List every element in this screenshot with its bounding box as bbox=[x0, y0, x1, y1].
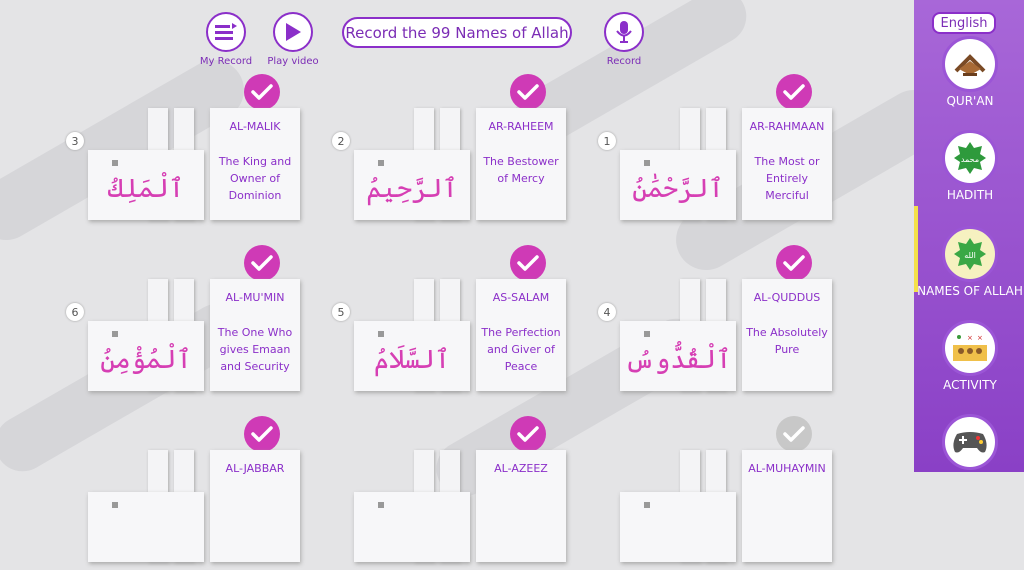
checkmark-icon bbox=[776, 74, 812, 110]
checkmark-icon bbox=[776, 245, 812, 281]
language-button[interactable]: English bbox=[932, 12, 996, 34]
sidebar-item-label: ACTIVITY bbox=[943, 378, 997, 392]
calligraphy-tile: ٱلْمُؤْمِنُ bbox=[88, 279, 204, 391]
sidebar-item-activity[interactable]: × × ACTIVITY bbox=[918, 320, 1022, 392]
arabic-name: ٱلرَّحْمَٰنُ bbox=[632, 174, 724, 204]
card-info: AL-MU'MIN The One Who gives Emaan and Sec… bbox=[210, 279, 300, 391]
gamepad-icon bbox=[942, 414, 998, 470]
play-icon bbox=[273, 12, 313, 52]
sidebar-item-label: HADITH bbox=[946, 188, 994, 202]
card-info: AR-RAHMAAN The Most or Entirely Merciful bbox=[742, 108, 832, 220]
sidebar-item-games[interactable] bbox=[918, 414, 1022, 472]
quran-icon bbox=[942, 36, 998, 92]
name-meaning: The King and Owner of Dominion bbox=[218, 155, 292, 202]
card-number: 5 bbox=[332, 303, 350, 321]
checkmark-icon bbox=[244, 416, 280, 452]
play-video-button[interactable]: Play video bbox=[258, 12, 328, 67]
checkmark-icon bbox=[510, 245, 546, 281]
my-record-button[interactable]: My Record bbox=[191, 12, 261, 67]
card-info: AL-QUDDUS The Absolutely Pure bbox=[742, 279, 832, 391]
name-card[interactable]: 2 ٱلرَّحِيمُ AR-RAHEEM The Bestower of Merc… bbox=[332, 74, 592, 228]
activity-icon: × × bbox=[942, 320, 998, 376]
calligraphy-tile: ٱلرَّحْمَٰنُ bbox=[620, 108, 736, 220]
arabic-name: ٱلرَّحِيمُ bbox=[366, 174, 458, 204]
name-card[interactable]: 1 ٱلرَّحْمَٰنُ AR-RAHMAAN The Most or Entir… bbox=[598, 74, 858, 228]
playlist-icon bbox=[206, 12, 246, 52]
svg-text:الله: الله bbox=[964, 251, 976, 260]
calligraphy-tile: ٱلرَّحِيمُ bbox=[354, 108, 470, 220]
calligraphy-tile: ٱلْمَلِكُ bbox=[88, 108, 204, 220]
arabic-name: ٱلْمُؤْمِنُ bbox=[100, 345, 192, 375]
transliterated-name: AL-MU'MIN bbox=[225, 291, 285, 304]
checkmark-icon bbox=[244, 74, 280, 110]
sidebar-item-label: QUR'AN bbox=[946, 94, 994, 108]
transliterated-name: AL-AZEEZ bbox=[494, 462, 548, 475]
card-info: AL-AZEEZ bbox=[476, 450, 566, 562]
arabic-name: ٱلسَّلَامُ bbox=[373, 345, 451, 375]
arabic-name: ٱلْمَلِكُ bbox=[107, 174, 185, 204]
svg-text:×: × bbox=[967, 334, 973, 342]
sidebar-item-names-of-allah[interactable]: الله NAMES OF ALLAH bbox=[917, 226, 1023, 298]
name-card[interactable]: 4 ٱلْقُدُّوسُ AL-QUDDUS The Absolutely Pure bbox=[598, 245, 858, 399]
record-label: Record bbox=[606, 56, 642, 67]
card-number: 1 bbox=[598, 132, 616, 150]
card-number: 4 bbox=[598, 303, 616, 321]
svg-text:محمد: محمد bbox=[961, 155, 979, 164]
card-info: AS-SALAM The Perfection and Giver of Peac… bbox=[476, 279, 566, 391]
calligraphy-tile: ٱلْقُدُّوسُ bbox=[620, 279, 736, 391]
play-video-label: Play video bbox=[267, 56, 319, 67]
card-info: AL-MALIK The King and Owner of Dominion bbox=[210, 108, 300, 220]
microphone-icon bbox=[604, 12, 644, 52]
checkmark-icon bbox=[244, 245, 280, 281]
checkmark-icon bbox=[510, 74, 546, 110]
name-card[interactable]: 5 ٱلسَّلَامُ AS-SALAM The Perfection and Gi… bbox=[332, 245, 592, 399]
transliterated-name: AL-MALIK bbox=[229, 120, 281, 133]
card-number: 2 bbox=[332, 132, 350, 150]
card-number: 3 bbox=[66, 132, 84, 150]
checkmark-icon bbox=[776, 416, 812, 452]
card-number: 6 bbox=[66, 303, 84, 321]
card-info: AL-MUHAYMIN bbox=[742, 450, 832, 562]
name-meaning: The Absolutely Pure bbox=[746, 326, 828, 356]
card-info: AL-JABBAR bbox=[210, 450, 300, 562]
name-meaning: The One Who gives Emaan and Security bbox=[217, 326, 293, 373]
transliterated-name: AL-MUHAYMIN bbox=[748, 462, 826, 475]
name-card[interactable]: AL-JABBAR bbox=[66, 416, 326, 570]
card-info: AR-RAHEEM The Bestower of Mercy bbox=[476, 108, 566, 220]
name-card[interactable]: 6 ٱلْمُؤْمِنُ AL-MU'MIN The One Who gives E… bbox=[66, 245, 326, 399]
transliterated-name: AR-RAHMAAN bbox=[749, 120, 825, 133]
my-record-label: My Record bbox=[199, 56, 253, 67]
record-button[interactable]: Record bbox=[589, 12, 659, 67]
name-card[interactable]: 3 ٱلْمَلِكُ AL-MALIK The King and Owner of … bbox=[66, 74, 326, 228]
hadith-icon: محمد bbox=[942, 130, 998, 186]
record-title-button[interactable]: Record the 99 Names of Allah bbox=[342, 17, 572, 48]
name-meaning: The Perfection and Giver of Peace bbox=[481, 326, 561, 373]
transliterated-name: AR-RAHEEM bbox=[488, 120, 554, 133]
transliterated-name: AL-JABBAR bbox=[225, 462, 285, 475]
name-card[interactable]: AL-AZEEZ bbox=[332, 416, 592, 570]
name-card[interactable]: AL-MUHAYMIN bbox=[598, 416, 858, 570]
transliterated-name: AL-QUDDUS bbox=[753, 291, 821, 304]
sidebar-item-hadith[interactable]: محمد HADITH bbox=[918, 130, 1022, 202]
sidebar-item-quran[interactable]: QUR'AN bbox=[918, 36, 1022, 108]
calligraphy-tile: ٱلسَّلَامُ bbox=[354, 279, 470, 391]
calligraphy-tile bbox=[620, 450, 736, 562]
allah-icon: الله bbox=[942, 226, 998, 282]
checkmark-icon bbox=[510, 416, 546, 452]
name-meaning: The Bestower of Mercy bbox=[483, 155, 559, 185]
calligraphy-tile bbox=[88, 450, 204, 562]
transliterated-name: AS-SALAM bbox=[492, 291, 550, 304]
name-meaning: The Most or Entirely Merciful bbox=[754, 155, 820, 202]
calligraphy-tile bbox=[354, 450, 470, 562]
sidebar-item-label: NAMES OF ALLAH bbox=[917, 284, 1023, 298]
svg-text:×: × bbox=[977, 334, 983, 342]
arabic-name: ٱلْقُدُّوسُ bbox=[624, 345, 732, 375]
